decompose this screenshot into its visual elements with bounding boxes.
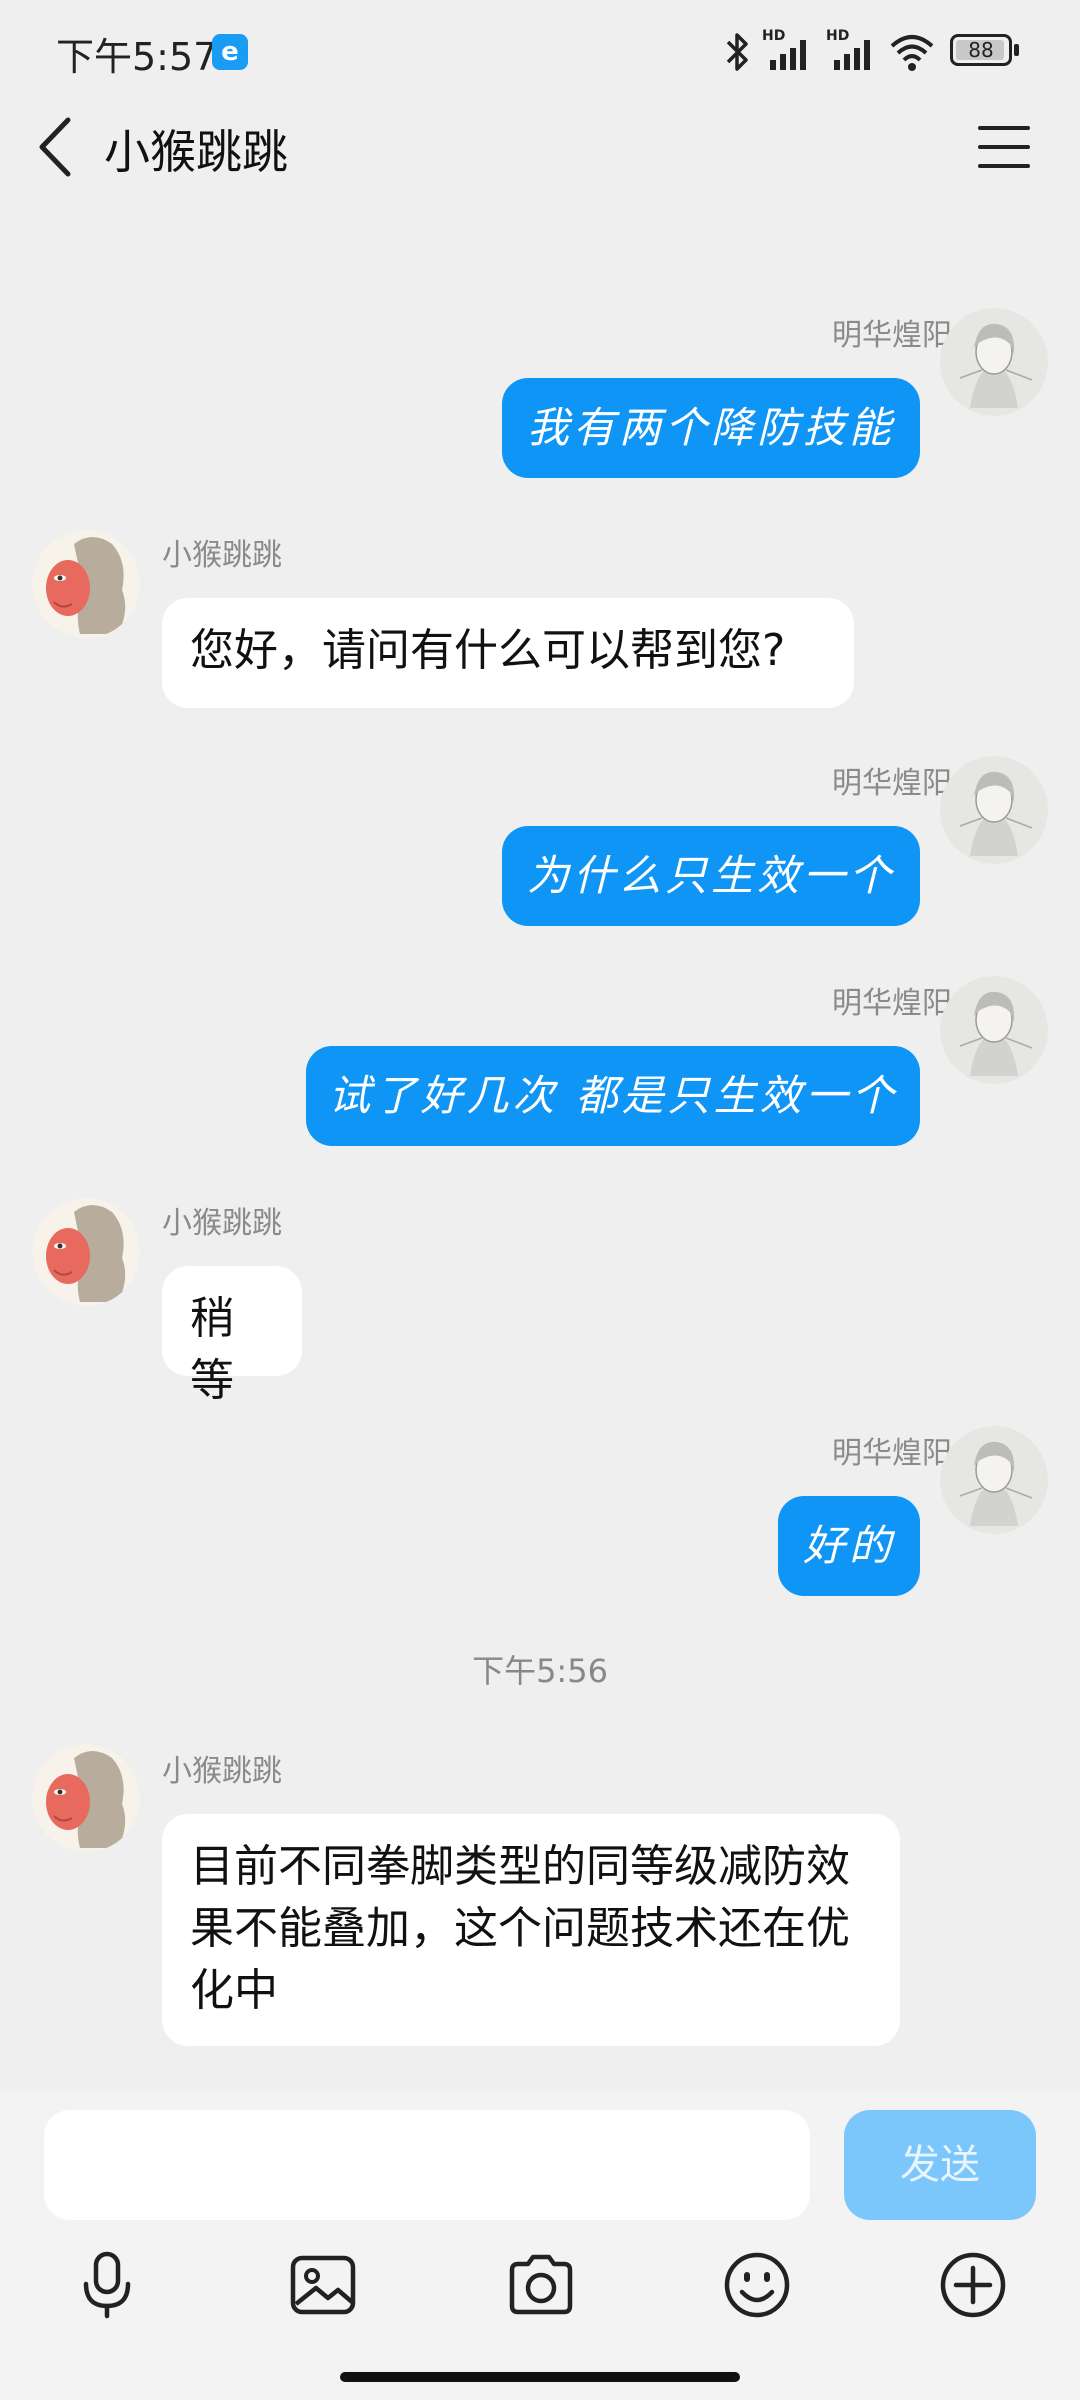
wifi-icon <box>890 35 934 71</box>
battery-tip <box>1014 44 1019 56</box>
message-bubble-outgoing[interactable]: 试了好几次 都是只生效一个 <box>306 1046 920 1146</box>
sender-name: 小猴跳跳 <box>162 1754 282 1789</box>
menu-icon[interactable] <box>976 124 1032 170</box>
battery-level: 88 <box>968 38 994 62</box>
avatar[interactable] <box>32 1198 140 1306</box>
message-bubble-outgoing[interactable]: 我有两个降防技能 <box>502 378 920 478</box>
chat-title: 小猴跳跳 <box>104 125 288 179</box>
avatar[interactable] <box>32 530 140 638</box>
avatar[interactable] <box>940 1426 1048 1534</box>
emoji-icon[interactable] <box>722 2250 792 2320</box>
message-bubble-incoming[interactable]: 稍等 <box>162 1266 302 1406</box>
message-bubble-incoming[interactable]: 目前不同拳脚类型的同等级减防效果不能叠加，这个问题技术还在优化中 <box>162 1814 900 2046</box>
chat-timestamp: 下午5:56 <box>472 1652 608 1690</box>
message-input[interactable] <box>44 2110 810 2220</box>
sender-name: 明华煌阳 <box>832 318 952 353</box>
plus-icon[interactable] <box>938 2250 1008 2320</box>
signal-icon <box>770 40 806 70</box>
image-icon[interactable] <box>288 2250 358 2320</box>
avatar[interactable] <box>940 308 1048 416</box>
avatar[interactable] <box>940 756 1048 864</box>
message-bubble-outgoing[interactable]: 为什么只生效一个 <box>502 826 920 926</box>
sender-name: 小猴跳跳 <box>162 538 282 573</box>
sender-name: 明华煌阳 <box>832 766 952 801</box>
sender-name: 明华煌阳 <box>832 986 952 1021</box>
home-indicator[interactable] <box>340 2372 740 2382</box>
signal-icon <box>834 40 870 70</box>
message-bubble-incoming[interactable]: 您好，请问有什么可以帮到您? <box>162 598 854 708</box>
message-bubble-outgoing[interactable]: 好的 <box>778 1496 920 1596</box>
app-badge-icon: e <box>212 34 248 70</box>
battery-icon: 88 <box>950 34 1012 66</box>
send-button[interactable]: 发送 <box>844 2110 1036 2220</box>
mic-icon[interactable] <box>72 2250 142 2320</box>
avatar[interactable] <box>940 976 1048 1084</box>
back-icon[interactable] <box>32 112 80 182</box>
status-time: 下午5:57 <box>56 35 218 79</box>
bluetooth-icon <box>726 33 748 71</box>
sender-name: 小猴跳跳 <box>162 1206 282 1241</box>
camera-icon[interactable] <box>506 2250 576 2320</box>
sender-name: 明华煌阳 <box>832 1436 952 1471</box>
status-bar: 下午5:57 e HD HD 88 <box>0 0 1080 100</box>
avatar[interactable] <box>32 1744 140 1852</box>
